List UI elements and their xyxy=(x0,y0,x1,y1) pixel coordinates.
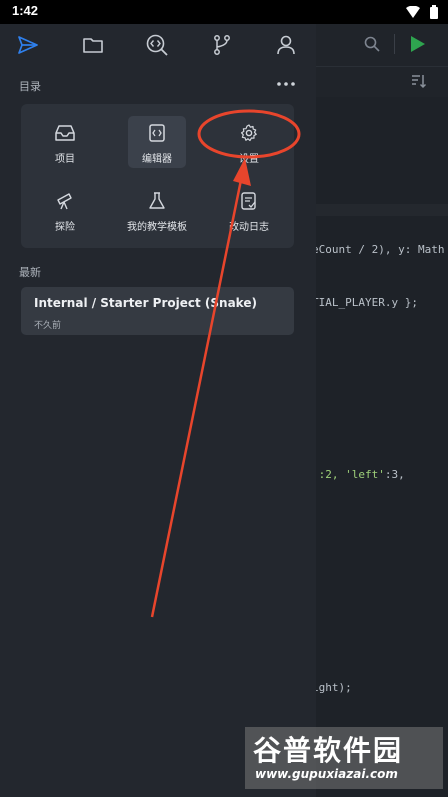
nav-account-button[interactable] xyxy=(273,32,299,58)
recent-project-time: 不久前 xyxy=(34,321,62,331)
nav-send-button[interactable] xyxy=(15,32,41,58)
code-line: ':2, 'left':3, xyxy=(312,468,405,481)
watermark-logo-text: 谷普软件园 xyxy=(253,734,404,767)
changelog-icon xyxy=(241,192,257,210)
toolbar-divider xyxy=(394,34,395,54)
code-string: ':2, xyxy=(312,468,346,481)
send-icon xyxy=(18,36,38,54)
tile-label: 设置 xyxy=(239,154,259,165)
git-branch-icon xyxy=(214,35,230,55)
sort-icon[interactable] xyxy=(411,73,427,89)
tile-label: 项目 xyxy=(55,154,75,165)
recent-project-title: Internal / Starter Project (Snake) xyxy=(34,296,257,310)
inbox-icon xyxy=(55,124,75,142)
tile-my-templates[interactable]: 我的教学模板 xyxy=(124,184,190,236)
drawer-nav-bar xyxy=(0,24,316,66)
tile-settings[interactable]: 设置 xyxy=(220,116,278,168)
code-line: eCount / 2), y: Math xyxy=(312,243,445,256)
user-icon xyxy=(277,35,295,55)
folder-icon xyxy=(83,38,103,53)
tile-label: 改动日志 xyxy=(229,222,269,233)
gear-icon xyxy=(240,124,258,142)
recent-project-item[interactable]: Internal / Starter Project (Snake) 不久前 xyxy=(21,287,294,335)
navigation-drawer: 目录 项目 编辑器 设置 探险 我的教学模板 改动日志 最新 Internal … xyxy=(0,24,316,797)
code-line: TIAL_PLAYER.y }; xyxy=(312,296,418,309)
code-search-icon xyxy=(146,34,168,56)
tile-changelog[interactable]: 改动日志 xyxy=(220,184,278,236)
tile-label: 探险 xyxy=(55,222,75,233)
code-string: 'left' xyxy=(345,468,385,481)
recent-label: 最新 xyxy=(19,266,41,279)
tile-label: 我的教学模板 xyxy=(127,222,187,233)
flask-icon xyxy=(149,192,165,210)
tile-label: 编辑器 xyxy=(142,154,172,165)
status-icons xyxy=(406,5,438,19)
wifi-icon xyxy=(406,6,420,18)
tile-editor[interactable]: 编辑器 xyxy=(128,116,186,168)
tile-explore[interactable]: 探险 xyxy=(36,184,94,236)
nav-code-search-button[interactable] xyxy=(144,32,170,58)
status-time: 1:42 xyxy=(12,3,39,18)
code-icon xyxy=(149,124,165,142)
tile-projects[interactable]: 项目 xyxy=(36,116,94,168)
run-icon[interactable] xyxy=(411,36,425,52)
code-token: :3, xyxy=(384,468,405,481)
code-line: ight); xyxy=(312,681,352,694)
search-icon[interactable] xyxy=(364,36,380,52)
catalog-grid: 项目 编辑器 设置 探险 我的教学模板 改动日志 xyxy=(21,104,294,248)
nav-files-button[interactable] xyxy=(80,32,106,58)
nav-git-button[interactable] xyxy=(209,32,235,58)
watermark: 谷普软件园 www.gupuxiazai.com xyxy=(245,727,443,789)
more-options-button[interactable] xyxy=(276,77,296,91)
battery-icon xyxy=(430,5,438,19)
watermark-url: www.gupuxiazai.com xyxy=(255,767,398,781)
status-bar: 1:42 xyxy=(0,0,448,24)
catalog-label: 目录 xyxy=(19,80,41,93)
telescope-icon xyxy=(56,192,74,210)
more-dots-icon xyxy=(277,82,295,86)
